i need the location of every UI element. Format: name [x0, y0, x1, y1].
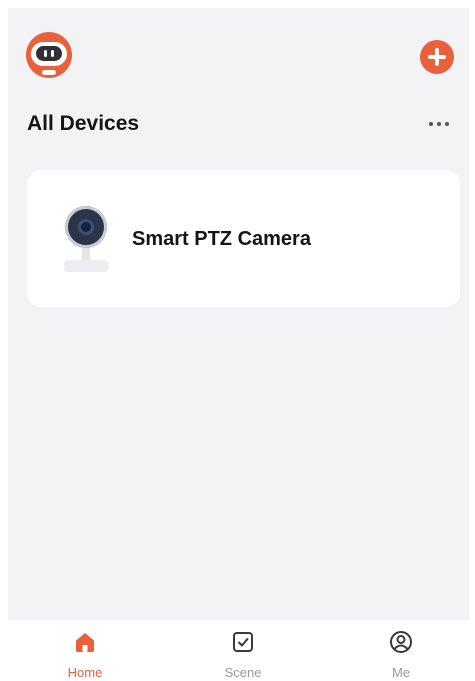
more-dot [437, 122, 441, 126]
more-dot [445, 122, 449, 126]
tab-label: Me [391, 665, 411, 680]
tab-scene[interactable]: Scene [183, 620, 303, 680]
home-icon [76, 633, 94, 652]
camera-icon [61, 206, 111, 272]
device-card[interactable]: Smart PTZ Camera [27, 170, 460, 307]
plus-circle-icon-vertical [435, 48, 439, 66]
more-dots-icon[interactable] [424, 112, 454, 136]
tab-label: Home [67, 665, 103, 680]
robot-avatar-icon[interactable] [26, 32, 72, 78]
avatar-visor [36, 46, 62, 61]
camera-neck [82, 248, 90, 260]
camera-base [64, 260, 108, 272]
camera-head [65, 206, 107, 248]
content-area [8, 8, 469, 620]
app-screen: All Devices Smart PTZ Camera Home Scene … [0, 0, 475, 680]
device-name: Smart PTZ Camera [132, 228, 311, 250]
checkbox-icon [233, 632, 253, 652]
avatar-chin [42, 70, 56, 75]
tab-label: Scene [224, 665, 262, 680]
more-dot [429, 122, 433, 126]
avatar-eye-right [51, 50, 54, 57]
tab-home[interactable]: Home [25, 620, 145, 680]
bottom-tab-bar: Home Scene Me [0, 620, 475, 680]
avatar-face [31, 42, 67, 66]
camera-lens [78, 219, 94, 235]
section-title: All Devices [27, 112, 140, 135]
tab-me[interactable]: Me [341, 620, 461, 680]
profile-icon [390, 631, 412, 653]
avatar-eye-left [44, 50, 47, 57]
add-device-button[interactable] [420, 40, 454, 74]
